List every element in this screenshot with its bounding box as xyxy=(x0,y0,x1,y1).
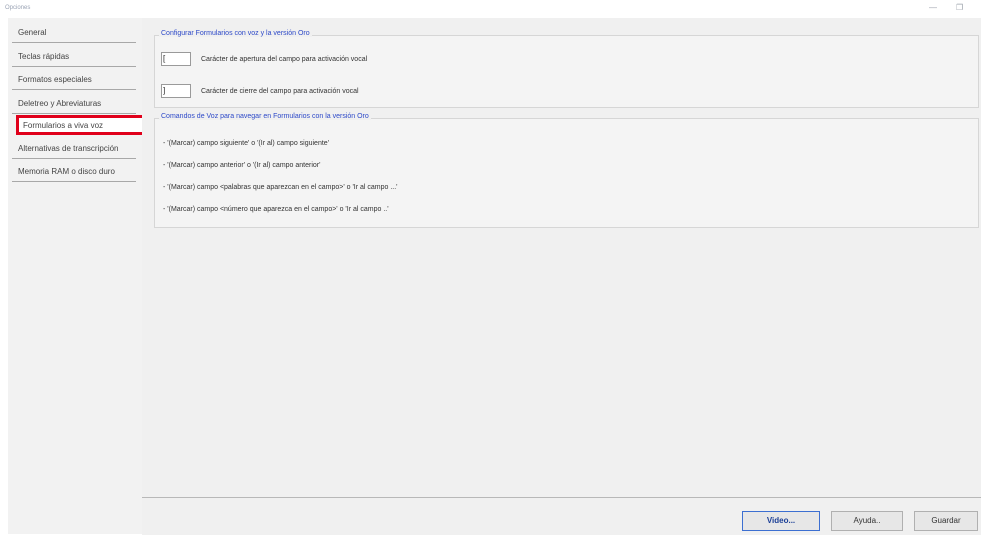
video-button[interactable]: Video... xyxy=(742,511,820,531)
open-char-label: Carácter de apertura del campo para acti… xyxy=(201,56,368,63)
sidebar-item-spelling[interactable]: Deletreo y Abreviaturas xyxy=(12,94,136,114)
close-char-label: Carácter de cierre del campo para activa… xyxy=(201,88,359,95)
help-button[interactable]: Ayuda.. xyxy=(831,511,903,531)
sidebar-item-special-formats[interactable]: Formatos especiales xyxy=(12,70,136,90)
sidebar-item-transcription-alternatives[interactable]: Alternativas de transcripción xyxy=(12,139,136,159)
minimize-icon[interactable]: — xyxy=(929,3,937,13)
sidebar-item-voice-forms[interactable]: Formularios a viva voz xyxy=(16,115,148,135)
command-line: - '(Marcar) campo siguiente' o '(Ir al) … xyxy=(163,140,330,147)
sidebar-item-hotkeys[interactable]: Teclas rápidas xyxy=(12,47,136,67)
restore-icon[interactable]: ❐ xyxy=(956,3,963,13)
sidebar: General Teclas rápidas Formatos especial… xyxy=(8,18,148,534)
save-button[interactable]: Guardar xyxy=(914,511,978,531)
commands-group-title: Comandos de Voz para navegar en Formular… xyxy=(159,113,371,120)
command-line: - '(Marcar) campo <palabras que aparezca… xyxy=(163,184,398,191)
config-groupbox: Configurar Formularios con voz y la vers… xyxy=(154,30,979,108)
footer-bar: Video... Ayuda.. Guardar xyxy=(142,497,981,535)
config-group-title: Configurar Formularios con voz y la vers… xyxy=(159,30,312,37)
command-line: - '(Marcar) campo <número que aparezca e… xyxy=(163,206,389,213)
command-line: - '(Marcar) campo anterior' o '(Ir al) c… xyxy=(163,162,321,169)
main-panel: Configurar Formularios con voz y la vers… xyxy=(142,18,981,497)
window-title: Opciones xyxy=(5,5,31,11)
open-char-input[interactable]: [ xyxy=(161,52,191,66)
close-char-input[interactable]: ] xyxy=(161,84,191,98)
sidebar-item-general[interactable]: General xyxy=(12,23,136,43)
commands-groupbox: Comandos de Voz para navegar en Formular… xyxy=(154,113,979,228)
title-bar: Opciones — ❐ xyxy=(0,0,981,18)
sidebar-item-memory[interactable]: Memoria RAM o disco duro xyxy=(12,162,136,182)
